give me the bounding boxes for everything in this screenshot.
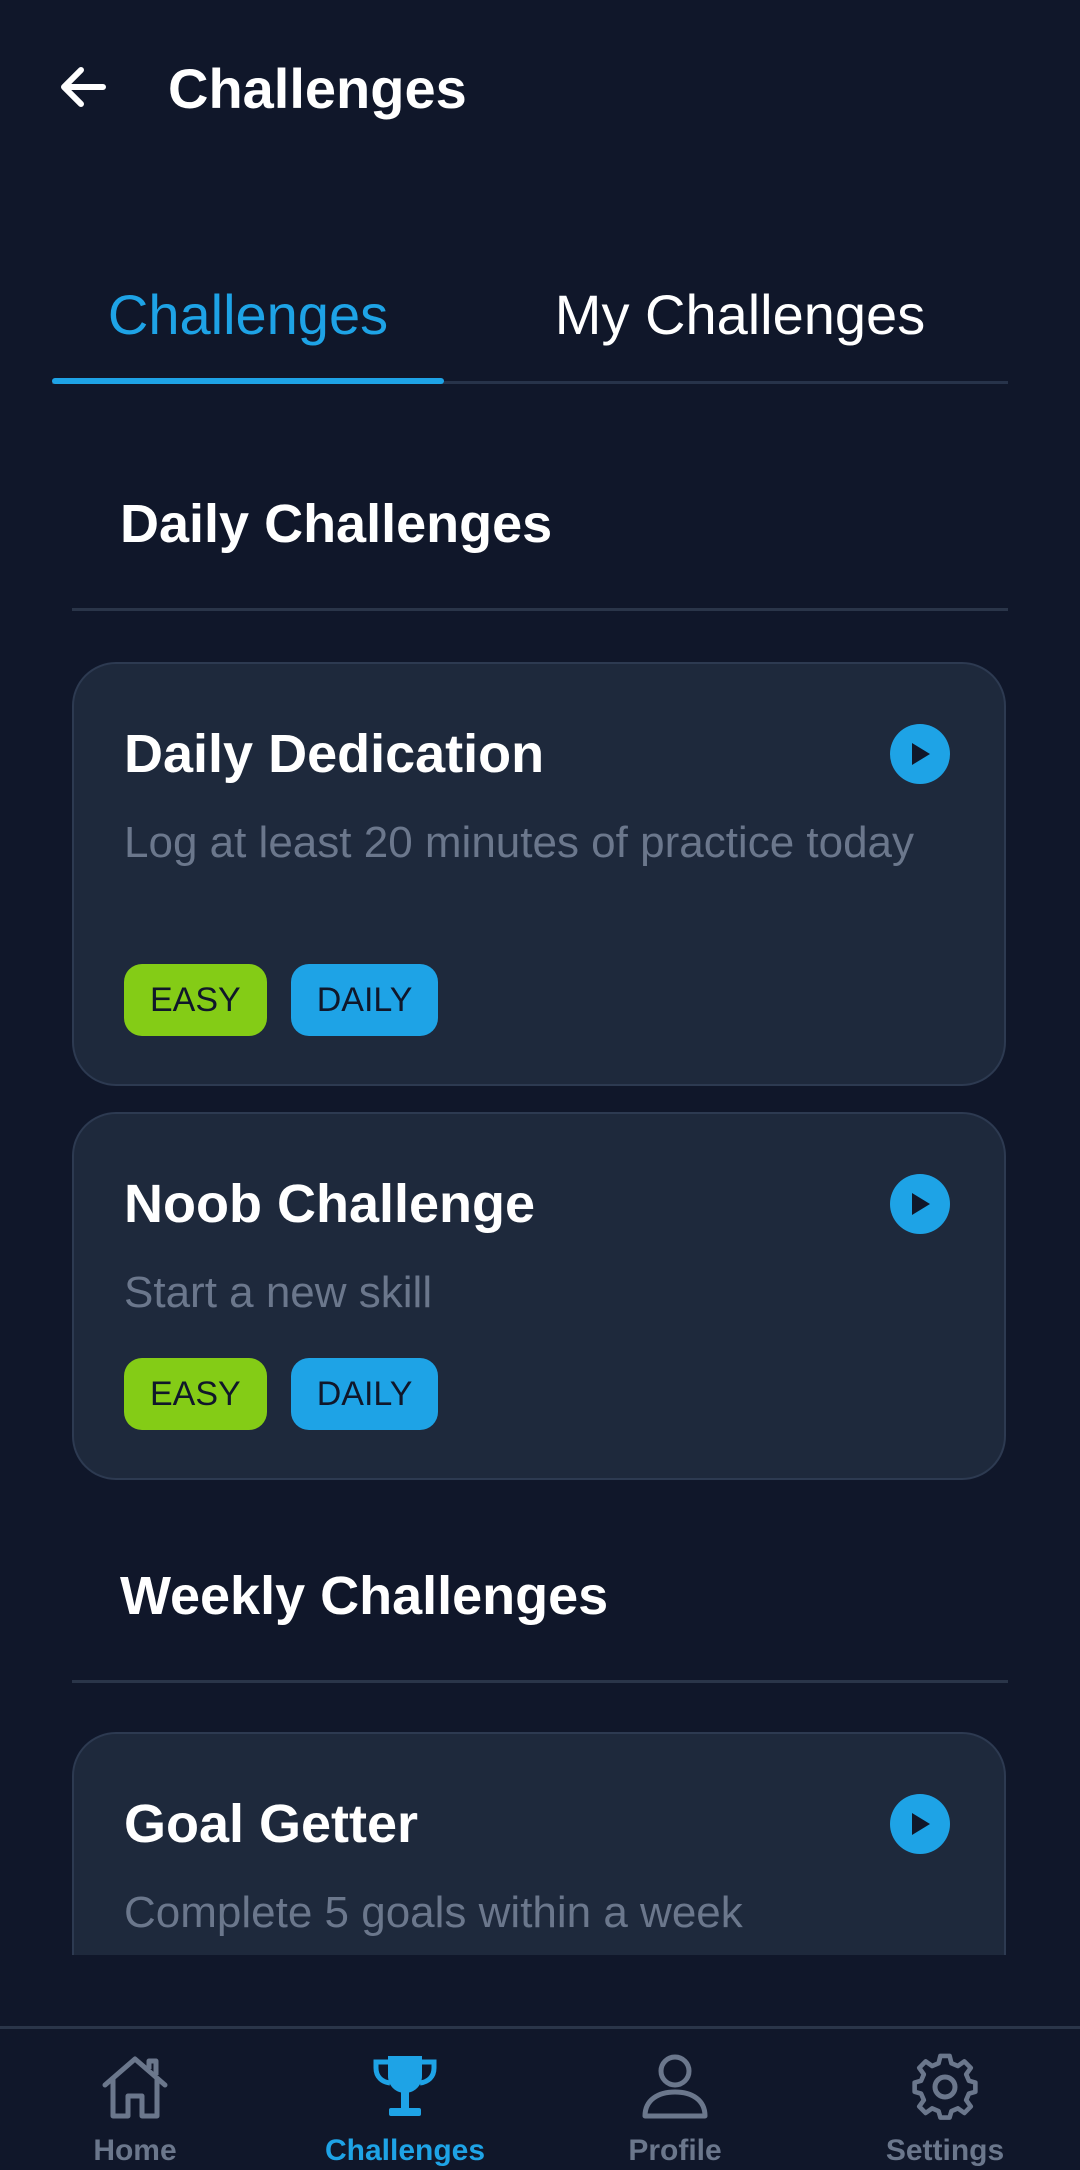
challenge-badges: EASY DAILY — [124, 1358, 439, 1430]
challenge-badges: EASY DAILY — [124, 964, 439, 1036]
difficulty-badge: EASY — [124, 964, 267, 1036]
nav-label-settings: Settings — [885, 2134, 1005, 2167]
app-screen: Challenges Challenges My Challenges Dail… — [0, 0, 1080, 2170]
bottom-navigation: Home Challenges Profile Settings — [0, 2026, 1080, 2170]
nav-home[interactable]: Home — [25, 2051, 245, 2170]
trophy-icon — [365, 2051, 445, 2123]
nav-settings[interactable]: Settings — [835, 2051, 1055, 2170]
challenge-card-goal-getter[interactable]: Goal Getter Complete 5 goals within a we… — [72, 1732, 1006, 1955]
challenge-title: Goal Getter — [124, 1794, 419, 1854]
challenge-card-noob-challenge[interactable]: Noob Challenge Start a new skill EASY DA… — [72, 1112, 1006, 1480]
difficulty-badge: EASY — [124, 1358, 267, 1430]
nav-challenges[interactable]: Challenges — [295, 2051, 515, 2170]
challenge-description: Complete 5 goals within a week — [124, 1888, 743, 1937]
section-title-weekly: Weekly Challenges — [120, 1566, 609, 1626]
back-button[interactable] — [52, 56, 114, 118]
section-divider — [72, 1680, 1008, 1683]
start-challenge-button[interactable] — [890, 1794, 950, 1854]
section-divider — [72, 608, 1008, 611]
challenge-title: Noob Challenge — [124, 1174, 536, 1234]
challenges-list[interactable]: Daily Challenges Daily Dedication Log at… — [0, 400, 1080, 1955]
tab-challenges[interactable]: Challenges — [52, 280, 444, 350]
nav-label-profile: Profile — [628, 2134, 722, 2167]
arrow-left-icon — [61, 67, 106, 107]
section-title-daily: Daily Challenges — [120, 494, 553, 554]
challenge-description: Log at least 20 minutes of practice toda… — [124, 818, 915, 867]
app-bar: Challenges — [0, 0, 1080, 180]
active-tab-indicator — [52, 378, 444, 384]
tab-my-challenges[interactable]: My Challenges — [522, 280, 958, 350]
home-icon — [95, 2051, 175, 2123]
nav-profile[interactable]: Profile — [565, 2051, 785, 2170]
challenge-card-daily-dedication[interactable]: Daily Dedication Log at least 20 minutes… — [72, 662, 1006, 1086]
start-challenge-button[interactable] — [890, 1174, 950, 1234]
frequency-badge: DAILY — [290, 1358, 439, 1430]
start-challenge-button[interactable] — [890, 724, 950, 784]
challenge-title: Daily Dedication — [124, 724, 545, 784]
tab-bar: Challenges My Challenges — [52, 260, 1008, 384]
page-title: Challenges — [168, 57, 467, 120]
nav-label-challenges: Challenges — [324, 2134, 486, 2167]
play-icon — [912, 1813, 930, 1835]
person-icon — [635, 2051, 715, 2123]
gear-icon — [905, 2051, 985, 2123]
play-icon — [912, 1193, 930, 1215]
frequency-badge: DAILY — [290, 964, 439, 1036]
nav-label-home: Home — [93, 2134, 177, 2167]
play-icon — [912, 743, 930, 765]
challenge-description: Start a new skill — [124, 1268, 433, 1317]
